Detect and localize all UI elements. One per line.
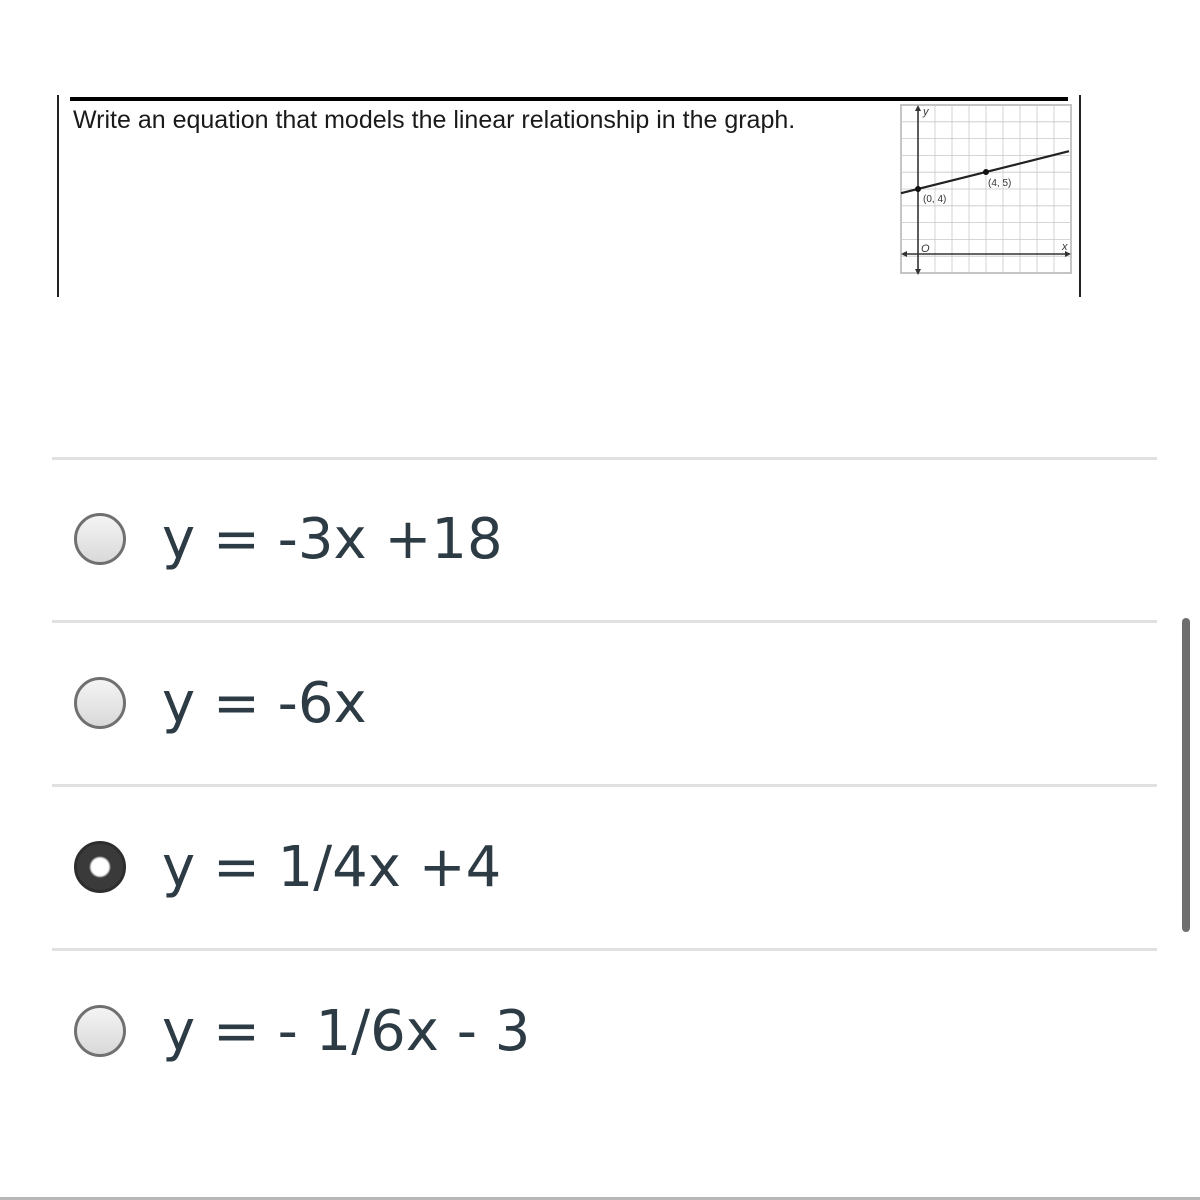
question-top-rule [70,97,1068,101]
answer-option-3[interactable]: y = 1/4x +4 [52,787,1157,947]
answer-option-1[interactable]: y = -3x +18 [52,459,1157,619]
point-b-label: (4, 5) [988,178,1011,189]
question-text: Write an equation that models the linear… [73,106,796,134]
origin-label: O [921,243,930,255]
question-box: Write an equation that models the linear… [57,95,1081,297]
option-4-label: y = - 1/6x - 3 [162,998,531,1064]
option-2-label: y = -6x [162,670,367,736]
answer-option-2[interactable]: y = -6x [52,623,1157,783]
x-axis-label: x [1061,241,1068,253]
point-0-4 [915,186,921,192]
radio-button-option-3-selected[interactable] [74,841,126,893]
radio-button-option-1[interactable] [74,513,126,565]
option-3-label: y = 1/4x +4 [162,834,502,900]
point-4-5 [983,169,989,175]
point-a-label: (0, 4) [923,194,946,205]
radio-button-option-4[interactable] [74,1005,126,1057]
option-1-label: y = -3x +18 [162,506,503,572]
question-graph: y x O (0, 4) (4, 5) [900,104,1072,275]
answer-option-4[interactable]: y = - 1/6x - 3 [52,951,1157,1111]
scrollbar-thumb[interactable] [1182,618,1190,932]
radio-button-option-2[interactable] [74,677,126,729]
